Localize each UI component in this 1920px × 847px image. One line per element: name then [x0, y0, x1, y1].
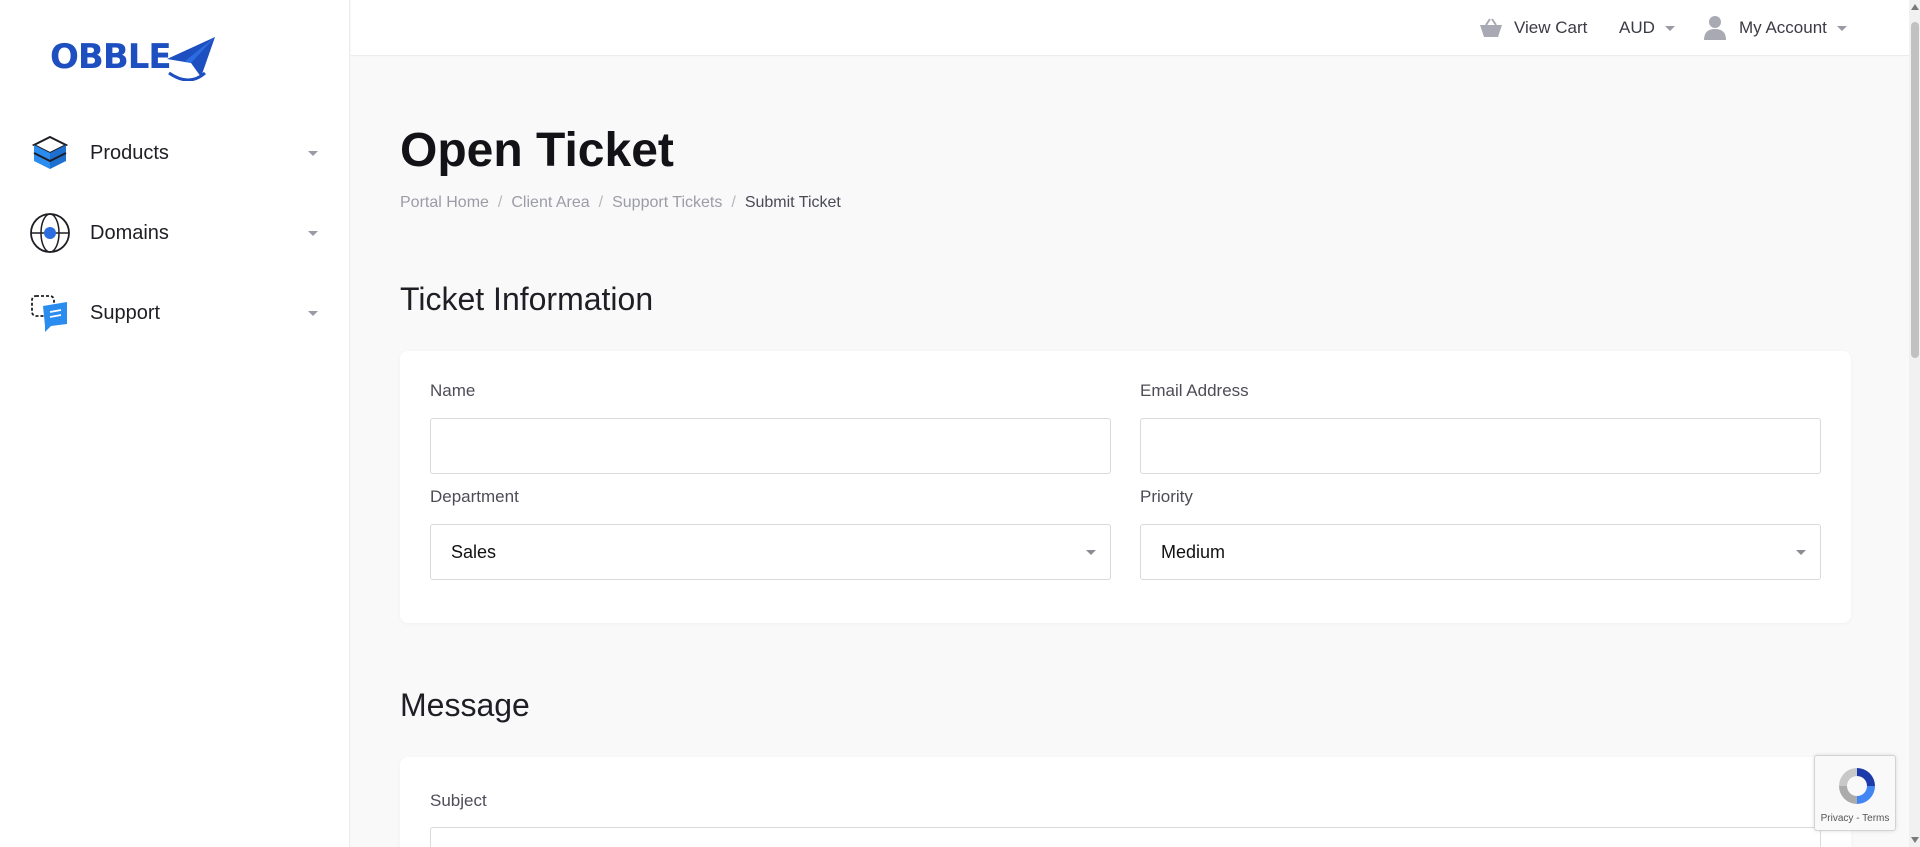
ticket-information-title: Ticket Information — [400, 281, 654, 317]
recaptcha-links[interactable]: Privacy - Terms — [1815, 813, 1895, 824]
breadcrumb: Portal Home / Client Area / Support Tick… — [400, 194, 841, 212]
logo-text: OBBLE — [50, 37, 172, 77]
scrollbar-thumb[interactable] — [1911, 22, 1919, 358]
breadcrumb-separator: / — [497, 194, 503, 211]
message-card: Subject — [400, 757, 1851, 847]
subject-field[interactable] — [430, 827, 1821, 847]
chevron-down-icon — [1836, 25, 1847, 31]
paper-plane-icon — [166, 37, 215, 81]
box-icon — [28, 131, 72, 175]
subject-label: Subject — [430, 791, 487, 810]
chevron-down-icon — [308, 310, 318, 316]
sidebar-item-support[interactable]: Support — [28, 288, 324, 338]
breadcrumb-support-tickets[interactable]: Support Tickets — [612, 194, 722, 212]
breadcrumb-portal-home[interactable]: Portal Home — [400, 194, 489, 212]
sidebar: OBBLE Products Domains Support — [0, 0, 350, 847]
user-icon — [1704, 16, 1726, 40]
scroll-down-icon[interactable] — [1911, 837, 1919, 843]
department-label: Department — [430, 487, 519, 506]
priority-value: Medium — [1161, 541, 1226, 562]
name-field[interactable] — [430, 418, 1111, 474]
chevron-down-icon — [1664, 25, 1675, 31]
priority-label: Priority — [1140, 487, 1193, 506]
message-title: Message — [400, 687, 530, 723]
department-value: Sales — [451, 541, 497, 562]
view-cart-label: View Cart — [1514, 18, 1588, 37]
brand-logo[interactable]: OBBLE — [50, 28, 220, 86]
my-account-dropdown[interactable]: My Account — [1703, 14, 1847, 42]
chevron-down-icon — [308, 230, 318, 236]
breadcrumb-submit-ticket: Submit Ticket — [744, 194, 841, 211]
breadcrumb-separator: / — [731, 194, 736, 211]
main-content: Open Ticket Portal Home / Client Area / … — [351, 57, 1909, 847]
sidebar-item-domains[interactable]: Domains — [28, 208, 324, 258]
email-label: Email Address — [1140, 381, 1249, 400]
recaptcha-icon — [1839, 768, 1875, 804]
scroll-up-icon[interactable] — [1911, 4, 1919, 10]
chevron-down-icon — [1086, 550, 1096, 555]
basket-icon — [1480, 18, 1502, 37]
currency-label: AUD — [1619, 18, 1655, 37]
top-bar: View Cart AUD My Account — [351, 0, 1920, 56]
breadcrumb-separator: / — [598, 194, 604, 211]
breadcrumb-client-area[interactable]: Client Area — [511, 194, 589, 212]
chevron-down-icon — [308, 150, 318, 156]
page-title: Open Ticket — [400, 124, 674, 177]
globe-icon — [28, 211, 72, 255]
sidebar-item-label: Domains — [90, 221, 169, 244]
sidebar-item-label: Support — [90, 301, 161, 324]
sidebar-item-products[interactable]: Products — [28, 128, 324, 178]
recaptcha-badge[interactable]: Privacy - Terms — [1814, 755, 1896, 831]
page-scrollbar[interactable] — [1909, 0, 1920, 847]
email-field[interactable] — [1140, 418, 1821, 474]
chat-bubbles-icon — [28, 291, 72, 335]
currency-dropdown[interactable]: AUD — [1619, 14, 1675, 42]
department-select[interactable]: Sales — [430, 524, 1111, 580]
ticket-information-card: Name Email Address Department Sales Prio… — [400, 351, 1851, 623]
my-account-label: My Account — [1739, 18, 1827, 37]
view-cart-link[interactable]: View Cart — [1478, 14, 1587, 42]
priority-select[interactable]: Medium — [1140, 524, 1821, 580]
name-label: Name — [430, 381, 476, 400]
chevron-down-icon — [1796, 550, 1806, 555]
sidebar-item-label: Products — [90, 141, 169, 164]
